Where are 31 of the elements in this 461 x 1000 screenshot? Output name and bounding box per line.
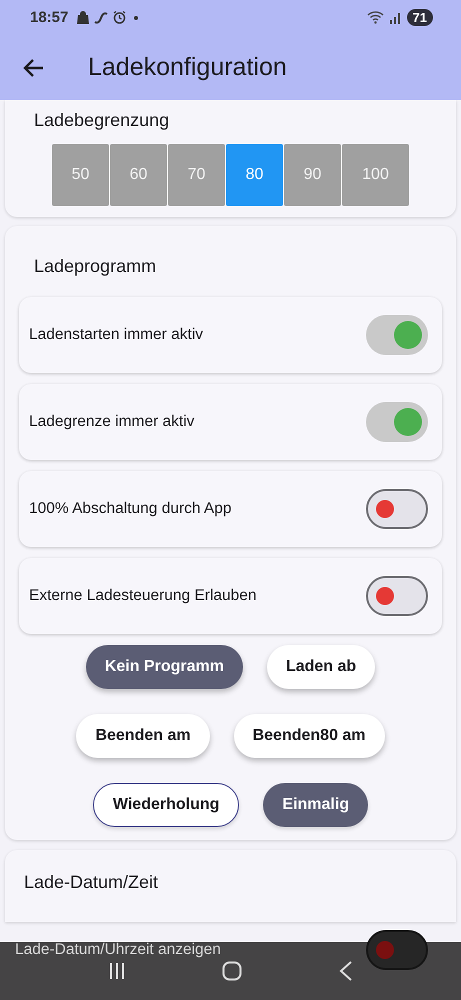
- option-button[interactable]: Wiederholung: [92, 783, 240, 827]
- setting-label: Lade-Datum/Uhrzeit anzeigen: [15, 941, 221, 959]
- recent-apps-icon[interactable]: [108, 962, 124, 980]
- option-button[interactable]: Kein Programm: [86, 645, 243, 689]
- shopping-bag-icon: [77, 11, 90, 24]
- option-button[interactable]: Laden ab: [266, 645, 376, 689]
- battery-level: 71: [406, 9, 433, 26]
- option-button[interactable]: Einmalig: [263, 783, 368, 827]
- toggle-switch[interactable]: [366, 489, 428, 529]
- setting-label: Ladenstarten immer aktiv: [29, 326, 204, 344]
- section-title: Ladeprogramm: [34, 256, 156, 277]
- alarm-clock-icon: [113, 11, 126, 24]
- section-title: Lade-Datum/Zeit: [24, 872, 158, 893]
- back-icon[interactable]: [338, 961, 352, 981]
- back-arrow-icon[interactable]: [22, 58, 44, 78]
- screen-title: Ladekonfiguration: [88, 53, 287, 82]
- section-title: Ladebegrenzung: [34, 110, 170, 131]
- option-button[interactable]: Beenden am: [76, 714, 210, 758]
- toggle-switch[interactable]: [366, 315, 428, 355]
- status-time: 18:57: [30, 9, 68, 26]
- setting-label: Externe Ladesteuerung Erlauben: [29, 587, 256, 605]
- wifi-icon: [366, 11, 384, 24]
- signal-icon: [388, 12, 402, 24]
- home-icon[interactable]: [222, 961, 242, 981]
- toggle-switch[interactable]: [366, 576, 428, 616]
- squiggle-icon: [94, 12, 108, 24]
- toggle-switch[interactable]: [366, 930, 428, 970]
- setting-label: 100% Abschaltung durch App: [29, 500, 232, 518]
- option-button[interactable]: Beenden80 am: [234, 714, 385, 758]
- toggle-switch[interactable]: [366, 402, 428, 442]
- setting-label: Ladegrenze immer aktiv: [29, 413, 194, 431]
